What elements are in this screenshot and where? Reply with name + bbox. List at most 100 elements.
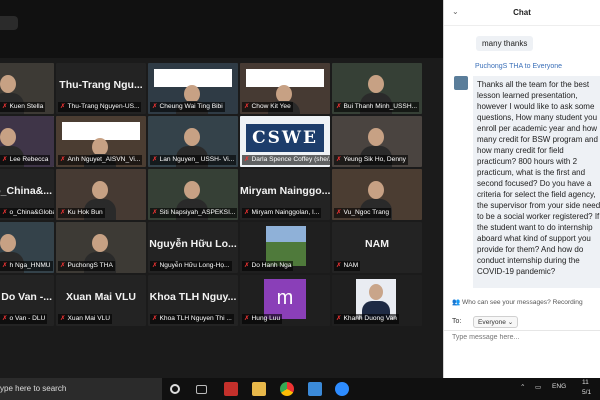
participant-tile[interactable]: ✗ Siti Napsiyah_ASPEKSI... (148, 169, 238, 220)
participant-tile[interactable]: ✗ Bui Thanh Minh_USSH... (332, 63, 422, 114)
zoom-meeting-screen: ✗ Kuen Stella Thu-Trang Ngu... ✗ Thu-Trang N… (0, 0, 600, 400)
participant-caption: ✗o_China&Global... (0, 208, 54, 218)
caption-text: Anh Nguyet_AISVN_Vi... (67, 156, 141, 163)
clock-time[interactable]: 11 (582, 379, 589, 386)
taskbar-search[interactable]: ype here to search (0, 378, 162, 400)
task-view-icon[interactable] (196, 385, 207, 394)
who-can-see-link[interactable]: 👥 Who can see your messages? Recording (452, 298, 583, 306)
participant-tile[interactable]: ✗ Ku Hok Bun (56, 169, 146, 220)
participant-tile[interactable]: ✗ Chow Kit Yee (240, 63, 330, 114)
caption-text: Khanh Duong Van (343, 315, 397, 322)
person-head (0, 75, 16, 93)
tray-chevron-icon[interactable]: ⌃ (520, 383, 526, 391)
participant-caption: ✗ Do Hanh Nga (242, 261, 294, 271)
to-label: To: (452, 318, 462, 325)
caption-text: o_China&Global... (9, 209, 54, 216)
muted-mic-icon: ✗ (244, 156, 250, 163)
chat-header: ⌄ Chat (444, 0, 600, 26)
participant-caption: ✗ o Van - DLU (0, 314, 48, 324)
caption-text: Ku Hok Bun (67, 209, 103, 216)
previous-message: many thanks (476, 36, 534, 51)
muted-mic-icon: ✗ (2, 156, 8, 163)
person-head (368, 181, 384, 199)
participant-caption: ✗ Miryam Nainggolan, I... (242, 208, 322, 218)
participant-caption: ✗ Khoa TLH Nguyen Thi ... (150, 314, 234, 324)
zoom-icon[interactable] (335, 382, 349, 396)
participant-name: Do Van -... (1, 291, 52, 303)
muted-mic-icon: ✗ (336, 156, 342, 163)
search-text: ype here to search (0, 384, 67, 393)
muted-mic-icon: ✗ (60, 156, 66, 163)
muted-mic-icon: ✗ (152, 209, 158, 216)
participant-caption: ✗ h Nga_HNMU (0, 261, 53, 271)
participant-name: NAM (365, 238, 389, 250)
participant-tile[interactable]: ✗ Anh Nguyet_AISVN_Vi... (56, 116, 146, 167)
participant-caption: ✗ Hung Luu (242, 314, 283, 324)
caption-text: Nguyễn Hữu Long-Họ... (159, 262, 230, 269)
person-head (184, 128, 200, 146)
caption-text: Do Hanh Nga (251, 262, 292, 269)
office-icon[interactable] (224, 382, 238, 396)
participant-tile[interactable]: o_China&... ✗o_China&Global... (0, 169, 54, 220)
muted-mic-icon: ✗ (2, 209, 8, 216)
file-explorer-icon[interactable] (252, 382, 266, 396)
participant-caption: ✗ PuchongS THA (58, 261, 115, 271)
participant-tile[interactable]: Nguyễn Hữu Lo... ✗ Nguyễn Hữu Long-Họ... (148, 222, 238, 273)
muted-mic-icon: ✗ (60, 103, 66, 110)
participant-tile[interactable]: ✗ Khanh Duong Van (332, 275, 422, 326)
chat-panel: ⌄ Chat many thanks PuchongS THA to Every… (443, 0, 600, 378)
participant-caption: ✗ Bui Thanh Minh_USSH... (334, 102, 420, 112)
participant-tile[interactable]: ✗ h Nga_HNMU (0, 222, 54, 273)
caption-text: Chow Kit Yee (251, 103, 291, 110)
participant-tile[interactable]: ✗ Vu_Ngoc Trang (332, 169, 422, 220)
caption-text: Cheung Wai Ting Bibi (159, 103, 223, 110)
participant-tile[interactable]: ✗ Lee Rebecca (0, 116, 54, 167)
caption-text: Vu_Ngoc Trang (343, 209, 390, 216)
participant-caption: ✗ Khanh Duong Van (334, 314, 399, 324)
avatar-letter: m (264, 279, 306, 319)
chat-title: Chat (513, 8, 531, 17)
participant-tile[interactable]: Do Van -... ✗ o Van - DLU (0, 275, 54, 326)
participant-caption: ✗ Kuen Stella (0, 102, 46, 112)
app-icon[interactable] (308, 382, 322, 396)
participant-tile[interactable]: ✗ Kuen Stella (0, 63, 54, 114)
participant-tile[interactable]: ✗ Do Hanh Nga (240, 222, 330, 273)
participant-tile[interactable]: ✗ Cheung Wai Ting Bibi (148, 63, 238, 114)
participant-tile[interactable]: Miryam Nainggo... ✗ Miryam Nainggolan, I..… (240, 169, 330, 220)
participant-tile[interactable]: CSWE ✗ Darla Spence Coffey (she/... (240, 116, 330, 167)
message-input[interactable] (452, 334, 592, 341)
recipient-row: To: Everyone ⌄ (452, 316, 519, 328)
participant-name: o_China&... (0, 185, 52, 197)
participant-tile[interactable]: Xuan Mai VLU ✗ Xuan Mai VLU (56, 275, 146, 326)
recipient-select[interactable]: Everyone ⌄ (473, 316, 519, 328)
participant-tile[interactable]: Khoa TLH Nguy... ✗ Khoa TLH Nguyen Thi ... (148, 275, 238, 326)
language-indicator[interactable]: ENG (552, 383, 566, 390)
chrome-icon[interactable] (280, 382, 294, 396)
participant-caption: ✗ Siti Napsiyah_ASPEKSI... (150, 208, 238, 218)
participant-tile[interactable]: ✗ PuchongS THA (56, 222, 146, 273)
caption-text: Kuen Stella (9, 103, 44, 110)
participant-tile[interactable]: ✗ Lan Nguyen_ USSH- Vi... (148, 116, 238, 167)
participant-tile[interactable]: NAM ✗ NAM (332, 222, 422, 273)
cortana-icon[interactable] (170, 384, 180, 394)
sender-avatar (454, 76, 468, 90)
muted-mic-icon: ✗ (244, 315, 250, 322)
clock-date[interactable]: 5/1 (582, 389, 591, 396)
network-icon[interactable]: ▭ (535, 383, 541, 391)
participant-caption: ✗ Ku Hok Bun (58, 208, 105, 218)
caption-text: o Van - DLU (9, 315, 46, 322)
person-head (0, 234, 16, 252)
participant-tile[interactable]: m ✗ Hung Luu (240, 275, 330, 326)
message-sender: PuchongS THA to Everyone (475, 63, 563, 70)
muted-mic-icon: ✗ (152, 315, 158, 322)
participant-caption: ✗ Chow Kit Yee (242, 102, 293, 112)
participant-tile[interactable]: Thu-Trang Ngu... ✗ Thu-Trang Nguyen-US... (56, 63, 146, 114)
participant-tile[interactable]: ✗ Yeung Sik Ho, Denny (332, 116, 422, 167)
profile-photo (356, 279, 396, 319)
caption-text: Darla Spence Coffey (she/... (251, 156, 330, 163)
taskbar: ype here to search ⌃ ▭ ENG 11 5/1 (0, 378, 600, 400)
caption-text: Xuan Mai VLU (67, 315, 111, 322)
view-toggle[interactable] (0, 16, 18, 30)
cswe-logo: CSWE (246, 124, 324, 152)
muted-mic-icon: ✗ (244, 262, 250, 269)
